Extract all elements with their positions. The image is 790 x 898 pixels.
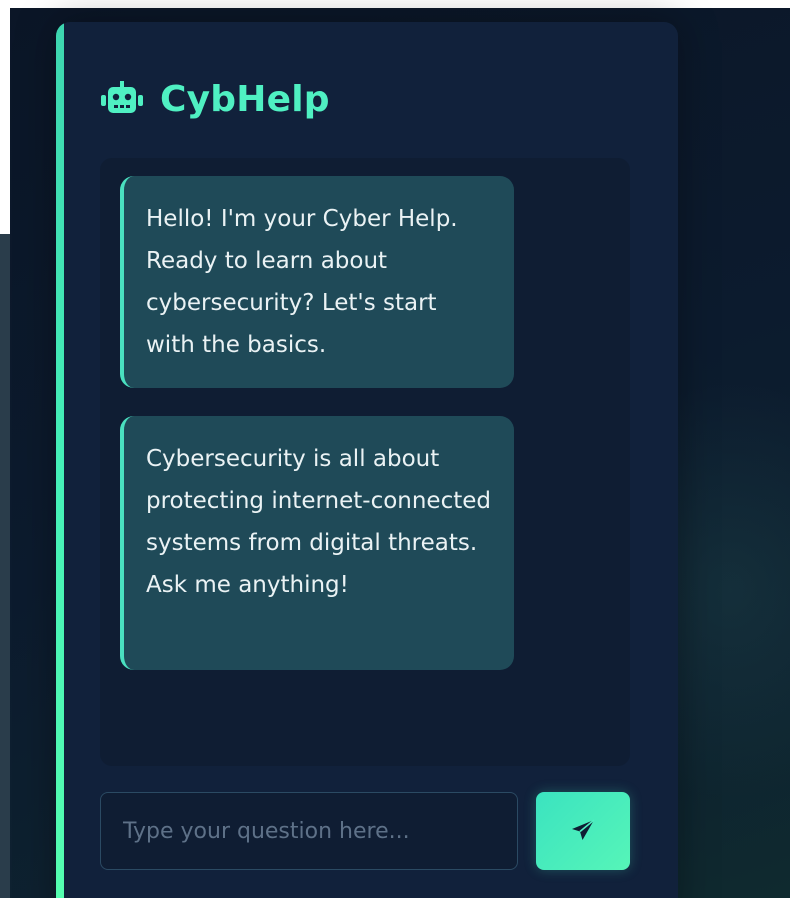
question-input[interactable]	[100, 792, 518, 870]
bot-message: Cybersecurity is all about protecting in…	[120, 416, 514, 670]
left-border-upper	[0, 0, 10, 234]
accent-bar	[56, 22, 64, 898]
bot-message: Hello! I'm your Cyber Help. Ready to lea…	[120, 176, 514, 388]
input-row	[100, 792, 632, 870]
send-button[interactable]	[536, 792, 630, 870]
chat-panel: CybHelp Hello! I'm your Cyber Help. Read…	[56, 22, 678, 898]
app-title: CybHelp	[160, 78, 330, 120]
top-border	[0, 0, 790, 8]
robot-icon	[100, 81, 144, 117]
send-paper-plane-icon	[570, 818, 596, 844]
left-border-lower	[0, 234, 10, 898]
chat-header: CybHelp	[100, 74, 330, 124]
page: CybHelp Hello! I'm your Cyber Help. Read…	[0, 0, 790, 898]
message-list: Hello! I'm your Cyber Help. Ready to lea…	[100, 158, 630, 766]
